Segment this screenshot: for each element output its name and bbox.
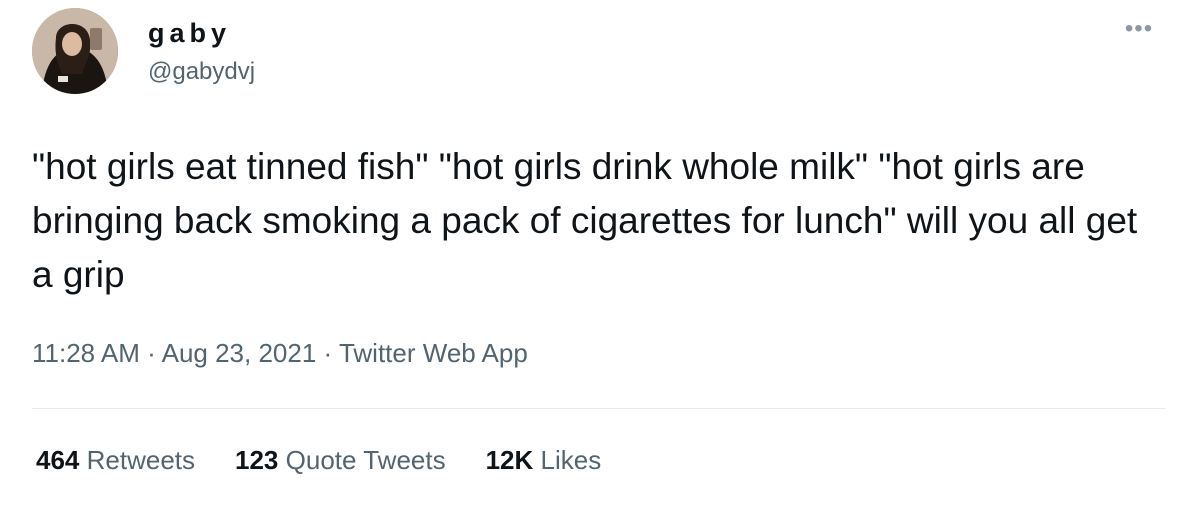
- more-horizontal-icon: •••: [1124, 15, 1154, 42]
- separator: ·: [316, 338, 339, 368]
- user-handle[interactable]: @gabydvj: [148, 58, 255, 86]
- avatar-image: [32, 8, 118, 94]
- retweets-label: Retweets: [86, 445, 196, 475]
- likes-stat[interactable]: 12K Likes: [486, 445, 602, 476]
- separator: ·: [139, 338, 162, 368]
- avatar[interactable]: [32, 8, 118, 94]
- quote-tweets-count: 123: [235, 445, 279, 475]
- tweet-source[interactable]: Twitter Web App: [339, 338, 528, 368]
- quote-tweets-stat[interactable]: 123 Quote Tweets: [235, 445, 446, 476]
- tweet-time[interactable]: 11:28 AM: [32, 338, 140, 368]
- tweet-date[interactable]: Aug 23, 2021: [162, 338, 317, 368]
- tweet-stats: 464 Retweets 123 Quote Tweets 12K Likes: [36, 445, 641, 476]
- retweets-stat[interactable]: 464 Retweets: [36, 445, 195, 476]
- more-options-button[interactable]: •••: [1118, 14, 1160, 44]
- tweet-text: "hot girls eat tinned fish" "hot girls d…: [32, 146, 1138, 295]
- divider: [32, 408, 1166, 409]
- tweet-metadata: 11:28 AM · Aug 23, 2021 · Twitter Web Ap…: [32, 338, 528, 369]
- likes-label: Likes: [540, 445, 602, 475]
- retweets-count: 464: [36, 445, 80, 475]
- quote-tweets-label: Quote Tweets: [285, 445, 446, 475]
- likes-count: 12K: [485, 445, 534, 475]
- tweet-card: gaby @gabydvj ••• "hot girls eat tinned …: [0, 0, 1186, 512]
- display-name[interactable]: gaby: [148, 18, 231, 49]
